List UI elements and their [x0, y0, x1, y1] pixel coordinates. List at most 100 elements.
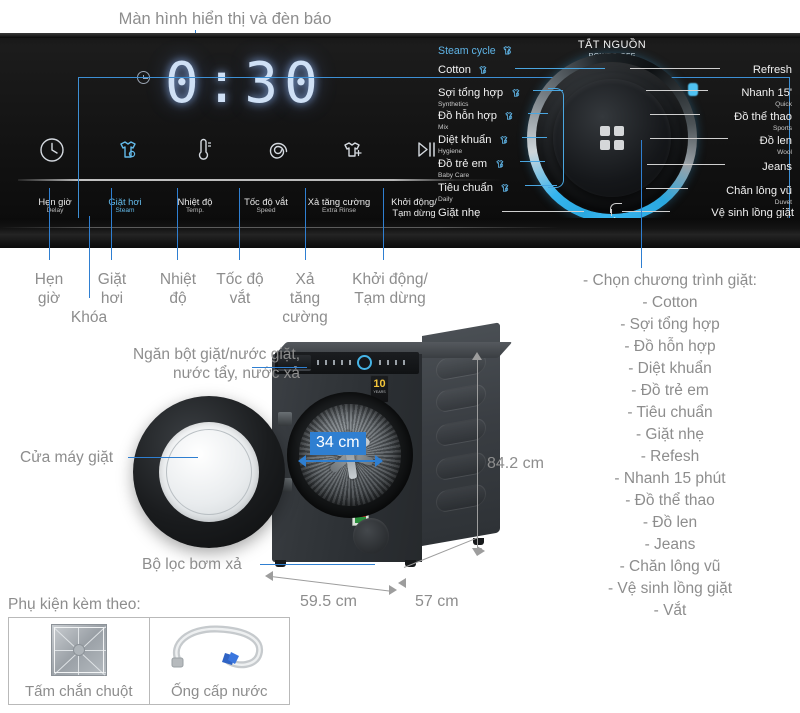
program-baby-care[interactable]: Đồ trẻ em Baby Care [438, 154, 507, 180]
program-refresh-vi: Refresh [753, 64, 792, 76]
pump-filter-cap[interactable] [353, 518, 389, 554]
program-list-item: - Vệ sinh lồng giặt [545, 578, 795, 600]
accessories-title: Phụ kiện kèm theo: [8, 596, 298, 614]
program-refresh[interactable]: Refresh [753, 60, 792, 78]
steam-shirt-glyph [500, 183, 512, 193]
program-list-item: - Đồ hỗn hợp [545, 336, 795, 358]
button-speed-vi: Tốc độ vắt [230, 196, 302, 207]
steam-shirt-glyph [495, 159, 507, 169]
callout-line-speed [239, 188, 240, 260]
display-section-title: Màn hình hiển thị và đèn báo [80, 10, 370, 29]
control-panel: 0:30 [0, 33, 800, 248]
width-dimension-label: 59.5 cm [300, 593, 357, 611]
program-list-item: - Jeans [545, 534, 795, 556]
power-off-vi: TẮT NGUỒN [547, 39, 677, 51]
program-dial-area: Steam cycle TẮT NGUỒN POWER OFF [430, 33, 800, 248]
steam-cycle-text: Steam cycle [438, 45, 496, 57]
infographic-root: Màn hình hiển thị và đèn báo 0:30 [0, 0, 800, 713]
drum-opening-arrow-left [298, 455, 306, 467]
button-steam-vi: Giặt hơi [90, 196, 160, 207]
pump-filter-label: Bộ lọc bơm xả [142, 555, 242, 574]
program-cotton[interactable]: Cotton [438, 60, 490, 78]
program-list-item: - Đồ trẻ em [545, 380, 795, 402]
button-delay[interactable]: Hẹn giờ Delay [20, 196, 90, 215]
button-temp-vi: Nhiệt độ [160, 196, 230, 207]
program-list-item: - Tiêu chuẩn [545, 402, 795, 424]
callout-line-delay [49, 188, 50, 260]
door-hinge-top [278, 412, 292, 426]
height-arrow-top [472, 352, 482, 360]
lead-wool [650, 138, 728, 139]
drum-opening-arrow-right [375, 455, 383, 467]
program-list-item: - Chăn lông vũ [545, 556, 795, 578]
program-list-item: - Giặt nhẹ [545, 424, 795, 446]
program-quick-vi: Nhanh 15' [741, 87, 792, 99]
accessory-label-mouse-guard: Tấm chắn chuột [25, 683, 133, 704]
machine-mini-knob[interactable] [357, 355, 372, 370]
program-jeans[interactable]: Jeans [762, 157, 792, 175]
warranty-badge-sub: YEARS [371, 390, 388, 394]
callout-line-program-list [641, 140, 642, 268]
callout-label-start-pause: Khởi động/ Tạm dừng [336, 270, 444, 308]
program-list-item: - Đồ len [545, 512, 795, 534]
callout-line-filter [260, 564, 375, 565]
four-squares-icon [600, 126, 624, 150]
program-list-item: - Sợi tổng hợp [545, 314, 795, 336]
button-temp-en: Temp. [160, 207, 230, 215]
program-duvet-vi: Chăn lông vũ [726, 185, 792, 197]
lead-refresh [630, 68, 720, 69]
detergent-drawer-label: Ngăn bột giặt/nước giặt, nước tẩy, nước … [55, 345, 300, 383]
button-temp[interactable]: Nhiệt độ Temp. [160, 196, 230, 215]
hose-shape [163, 622, 275, 678]
door-glass-rim [166, 429, 252, 515]
steam-program-bracket [548, 88, 564, 188]
button-steam-en: Steam [90, 207, 160, 215]
door-label: Cửa máy giặt [20, 448, 113, 467]
callout-label-extra-rinse: Xả tăng cường [279, 270, 331, 327]
program-sports[interactable]: Đồ thể thao Sports [734, 107, 792, 133]
button-extra-rinse[interactable]: Xả tăng cường Extra Rinse [302, 196, 376, 215]
steam-shirt-glyph [502, 45, 515, 56]
program-cotton-vi: Cotton [438, 64, 471, 76]
callout-label-speed: Tốc độ vắt [208, 270, 272, 308]
button-steam[interactable]: Giặt hơi Steam [90, 196, 160, 215]
callout-label-childlock: Khóa [58, 308, 120, 327]
program-mix[interactable]: Đồ hỗn hợp Mix [438, 106, 516, 132]
lead-delicate [502, 211, 584, 212]
program-mix-vi: Đồ hỗn hợp [438, 110, 497, 122]
button-delay-vi: Hẹn giờ [20, 196, 90, 207]
lead-mix [528, 113, 548, 114]
lead-hygiene [522, 137, 547, 138]
drum-clean-bracket [610, 203, 622, 213]
lead-sports [650, 114, 700, 115]
steam-cycle-label: Steam cycle [438, 45, 515, 57]
program-quick[interactable]: Nhanh 15' Quick [741, 83, 792, 109]
program-list-item: - Vắt [545, 600, 795, 622]
button-speed-en: Speed [230, 207, 302, 215]
program-hygiene[interactable]: Diệt khuẩn Hygiene [438, 130, 511, 156]
program-list-item: - Cotton [545, 292, 795, 314]
width-arrow-left [265, 571, 273, 581]
callout-label-temp: Nhiệt độ [150, 270, 206, 308]
program-sports-vi: Đồ thể thao [734, 111, 792, 123]
program-daily[interactable]: Tiêu chuẩn Daily [438, 178, 512, 204]
machine-door[interactable] [133, 396, 285, 548]
button-speed[interactable]: Tốc độ vắt Speed [230, 196, 302, 215]
drum-opening-arrow-line [305, 460, 377, 462]
mesh-plate-shape [51, 624, 107, 676]
callout-line-drawer [252, 367, 307, 368]
program-list-item: - Nhanh 15 phút [545, 468, 795, 490]
drum-opening-dimension: 34 cm [310, 432, 366, 455]
callout-label-delay: Hẹn giờ [20, 270, 78, 308]
height-dimension-label: 84.2 cm [487, 455, 544, 473]
depth-arrow-right [477, 546, 485, 556]
callout-line-steam [111, 188, 112, 260]
callout-label-steam: Giặt hơi [88, 270, 136, 308]
program-jeans-vi: Jeans [762, 161, 792, 173]
lead-duvet [646, 188, 688, 189]
program-list-title: - Chọn chương trình giặt: [545, 270, 795, 292]
steam-shirt-glyph [511, 88, 523, 98]
clock-icon [37, 135, 77, 171]
lead-baby-care [520, 161, 545, 162]
program-wool[interactable]: Đồ len Wool [760, 131, 792, 157]
